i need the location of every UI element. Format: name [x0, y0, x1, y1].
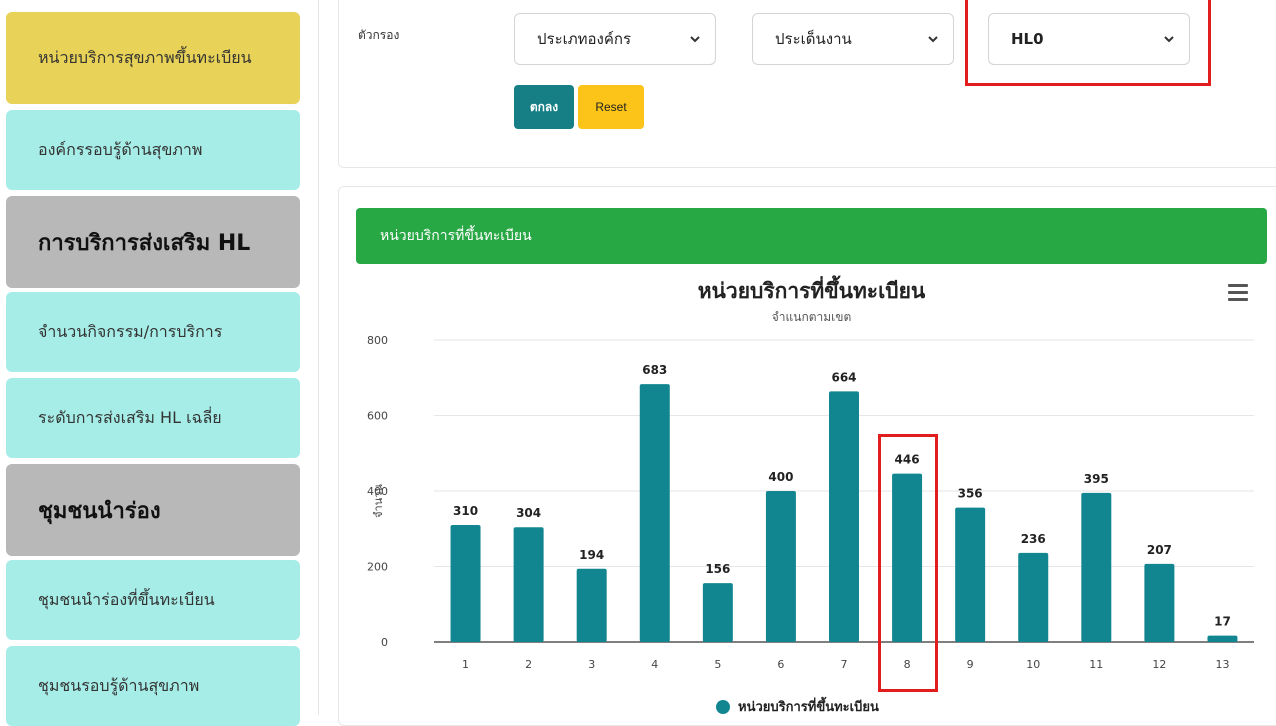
sidebar-item-label: องค์กรรอบรู้ด้านสุขภาพ [38, 139, 203, 159]
sidebar-section-label: การบริการส่งเสริม HL [38, 230, 251, 256]
x-tick-label: 9 [967, 658, 974, 671]
chart-title: หน่วยบริการที่ขึ้นทะเบียน [697, 279, 926, 303]
chevron-down-icon [928, 36, 938, 43]
bar [765, 491, 796, 642]
data-label: 207 [1147, 543, 1172, 557]
data-label: 395 [1084, 472, 1109, 486]
work-issue-select[interactable]: ประเด็นงาน [752, 13, 954, 65]
sidebar-item-avg-hl-level[interactable]: ระดับการส่งเสริม HL เฉลี่ย [6, 378, 300, 458]
x-tick-label: 5 [714, 658, 721, 671]
x-tick-label: 1 [462, 658, 469, 671]
sidebar-item-label: หน่วยบริการสุขภาพขึ้นทะเบียน [38, 47, 252, 67]
card-header: หน่วยบริการที่ขึ้นทะเบียน [356, 208, 1267, 264]
sidebar-item-health-literate-org[interactable]: องค์กรรอบรู้ด้านสุขภาพ [6, 110, 300, 190]
x-tick-label: 13 [1215, 658, 1229, 671]
data-label: 304 [516, 506, 541, 520]
bar [450, 524, 481, 642]
y-tick-label: 0 [381, 636, 388, 649]
data-label: 236 [1021, 532, 1046, 546]
x-tick-label: 3 [588, 658, 595, 671]
sidebar-section-label: ชุมชนนำร่อง [38, 498, 161, 524]
sidebar-item-label: ชุมชนรอบรู้ด้านสุขภาพ [38, 675, 200, 695]
org-type-select[interactable]: ประเภทองค์กร [514, 13, 716, 65]
sidebar-item-registered-pilot-community[interactable]: ชุมชนนำร่องที่ขึ้นทะเบียน [6, 560, 300, 640]
sidebar-item-health-literate-community[interactable]: ชุมชนรอบรู้ด้านสุขภาพ [6, 646, 300, 726]
data-label: 683 [642, 363, 667, 377]
bar [576, 568, 607, 642]
sidebar-section-pilot-community[interactable]: ชุมชนนำร่อง [6, 464, 300, 556]
chevron-down-icon [690, 36, 700, 43]
sidebar-divider [318, 0, 319, 715]
y-axis-label: จำนวน [372, 484, 385, 518]
ok-button[interactable]: ตกลง [514, 85, 574, 129]
x-tick-label: 7 [841, 658, 848, 671]
data-label: 156 [705, 562, 730, 576]
data-label: 356 [958, 487, 983, 501]
sidebar-item-activity-count[interactable]: จำนวนกิจกรรม/การบริการ [6, 292, 300, 372]
sidebar-item-label: ชุมชนนำร่องที่ขึ้นทะเบียน [38, 589, 215, 609]
sidebar-item-registered-health-units[interactable]: หน่วยบริการสุขภาพขึ้นทะเบียน [6, 12, 300, 104]
data-label: 310 [453, 504, 478, 518]
x-tick-label: 4 [651, 658, 658, 671]
y-tick-label: 800 [367, 334, 388, 347]
data-label: 17 [1214, 615, 1231, 629]
y-tick-label: 200 [367, 561, 388, 574]
sidebar: หน่วยบริการสุขภาพขึ้นทะเบียน องค์กรรอบรู… [0, 0, 318, 726]
x-tick-label: 12 [1152, 658, 1166, 671]
chart-legend[interactable]: หน่วยบริการที่ขึ้นทะเบียน [716, 696, 879, 717]
bar [639, 384, 670, 642]
x-tick-label: 11 [1089, 658, 1103, 671]
bar [1081, 492, 1112, 642]
bar [1207, 635, 1238, 642]
data-label: 194 [579, 548, 604, 562]
y-tick-label: 600 [367, 410, 388, 423]
org-type-value: ประเภทองค์กร [537, 30, 632, 48]
bar [1018, 552, 1049, 642]
chart-menu-icon[interactable] [1228, 284, 1248, 301]
x-tick-label: 10 [1026, 658, 1040, 671]
x-tick-label: 6 [777, 658, 784, 671]
filter-label: ตัวกรอง [358, 28, 400, 42]
sidebar-item-label: จำนวนกิจกรรม/การบริการ [38, 321, 223, 341]
data-label: 400 [768, 470, 793, 484]
data-label: 664 [831, 370, 856, 384]
bar [1144, 563, 1175, 642]
bar [513, 527, 544, 642]
bar [829, 391, 859, 642]
sidebar-item-label: ระดับการส่งเสริม HL เฉลี่ย [38, 407, 222, 427]
highlight-box-hl-select [965, 0, 1211, 86]
bar [955, 507, 986, 642]
bar [702, 583, 733, 642]
card-header-title: หน่วยบริการที่ขึ้นทะเบียน [380, 228, 532, 244]
bar-chart: 0200400600800จำนวน 3101304219436834156540… [367, 334, 1254, 671]
x-tick-label: 2 [525, 658, 532, 671]
sidebar-section-hl-promotion[interactable]: การบริการส่งเสริม HL [6, 196, 300, 288]
legend-label: หน่วยบริการที่ขึ้นทะเบียน [738, 700, 879, 715]
reset-button[interactable]: Reset [578, 85, 644, 129]
highlight-box-bar-8 [878, 434, 938, 692]
legend-marker [716, 699, 730, 714]
work-issue-value: ประเด็นงาน [775, 30, 852, 48]
